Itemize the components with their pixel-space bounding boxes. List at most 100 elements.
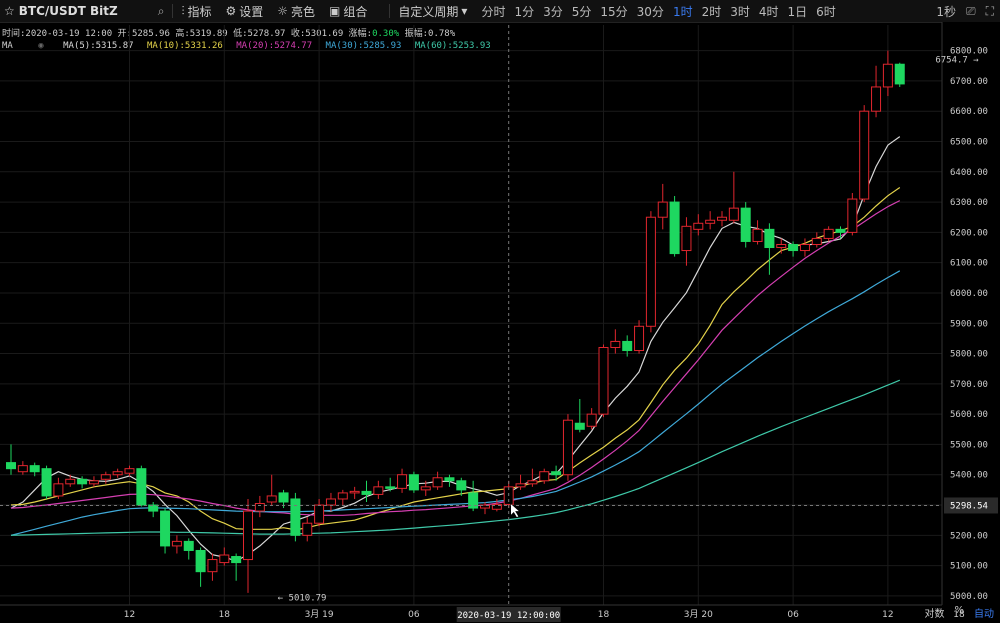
candle-body: [397, 474, 408, 489]
candle-body: [586, 413, 597, 427]
candle-body: [823, 228, 834, 239]
x-tick-label: 06: [408, 610, 420, 620]
candle-body: [894, 63, 905, 85]
axis-controls: 对数 % 自动: [924, 605, 994, 620]
y-tick-label: 6400.00: [950, 168, 988, 178]
y-tick-label: 5700.00: [950, 380, 988, 390]
candle-body: [112, 471, 123, 476]
percent-toggle[interactable]: %: [954, 605, 964, 620]
candlestick-chart[interactable]: 5000.005100.005200.005300.005400.005500.…: [0, 0, 1000, 623]
candle-body: [788, 243, 799, 252]
x-tick-label: 18: [219, 610, 231, 620]
y-tick-label: 5800.00: [950, 350, 988, 360]
candle-body: [598, 346, 609, 415]
candle-body: [539, 471, 550, 482]
candle-body: [100, 474, 111, 480]
candle-body: [385, 486, 396, 489]
x-tick-label: 06: [787, 610, 799, 620]
ma-line-ma60: [10, 379, 901, 536]
candle-body: [6, 462, 16, 470]
candle-body: [207, 559, 218, 573]
x-tick-label: 12: [124, 610, 135, 620]
candle-body: [349, 490, 360, 494]
candle-body: [53, 483, 64, 497]
candle-body: [776, 243, 787, 249]
candle-body: [705, 219, 716, 224]
candle-body: [183, 540, 194, 551]
candle-body: [871, 86, 882, 112]
candle-body: [266, 495, 277, 503]
y-tick-label: 5100.00: [950, 562, 988, 572]
candle-body: [420, 486, 431, 491]
candle-body: [373, 486, 384, 495]
candle-body: [634, 325, 645, 352]
candle-body: [65, 478, 76, 485]
x-tick-label: 18: [598, 610, 610, 620]
candle-body: [764, 228, 775, 249]
candle-body: [302, 522, 313, 536]
auto-scale-toggle[interactable]: 自动: [974, 605, 994, 620]
candle-body: [444, 477, 455, 482]
x-tick-label: 12: [882, 610, 893, 620]
y-tick-label: 6300.00: [950, 198, 988, 208]
candle-body: [41, 468, 52, 497]
candle-body: [408, 474, 419, 491]
y-tick-label: 5600.00: [950, 410, 988, 420]
candle-body: [610, 340, 621, 348]
candle-body: [195, 549, 206, 573]
candle-body: [811, 237, 822, 245]
x-tick-label: 3月 20: [684, 609, 713, 620]
candle-body: [231, 556, 242, 564]
y-tick-label: 5400.00: [950, 471, 988, 481]
y-tick-label: 5900.00: [950, 319, 988, 329]
y-tick-label: 5000.00: [950, 592, 988, 602]
y-tick-label: 6000.00: [950, 289, 988, 299]
candle-body: [254, 503, 265, 512]
candle-body: [136, 468, 147, 506]
crosshair-date-label: 2020-03-19 12:00:00: [457, 611, 560, 621]
y-tick-label: 5200.00: [950, 531, 988, 541]
log-scale-toggle[interactable]: 对数: [924, 605, 944, 620]
candle-body: [314, 504, 325, 524]
y-tick-label: 6100.00: [950, 259, 988, 269]
candle-body: [77, 478, 88, 485]
candle-body: [290, 498, 301, 536]
y-tick-label: 5500.00: [950, 440, 988, 450]
candle-body: [835, 228, 846, 233]
candle-body: [17, 465, 28, 473]
candle-body: [527, 480, 538, 485]
candle-body: [29, 465, 40, 473]
candle-body: [752, 228, 763, 242]
candle-body: [325, 498, 336, 506]
candle-body: [574, 422, 585, 430]
candle-body: [859, 110, 870, 200]
candle-body: [171, 540, 182, 547]
y-tick-label: 6700.00: [950, 77, 988, 87]
candle-body: [562, 419, 573, 476]
candle-body: [456, 480, 467, 491]
candle-body: [432, 477, 443, 488]
low-annotation: ← 5010.79: [278, 594, 327, 604]
candle-body: [740, 207, 751, 242]
high-annotation: 6754.7 →: [935, 55, 979, 65]
y-tick-label: 6500.00: [950, 137, 988, 147]
y-tick-label: 6600.00: [950, 107, 988, 117]
candle-body: [681, 225, 692, 252]
candle-body: [645, 216, 656, 327]
candle-body: [657, 201, 668, 218]
candle-body: [717, 216, 727, 221]
candle-body: [669, 201, 680, 255]
candle-body: [693, 222, 704, 230]
y-tick-label: 6200.00: [950, 228, 988, 238]
candle-body: [361, 490, 372, 495]
candle-body: [847, 198, 858, 233]
candle-body: [799, 243, 810, 252]
candle-body: [882, 63, 893, 88]
candle-body: [219, 554, 230, 564]
candle-body: [160, 510, 171, 547]
candle-body: [551, 471, 562, 476]
candle-body: [243, 510, 253, 561]
candle-body: [124, 468, 135, 474]
candle-body: [278, 492, 289, 503]
x-tick-label: 3月 19: [305, 609, 334, 620]
